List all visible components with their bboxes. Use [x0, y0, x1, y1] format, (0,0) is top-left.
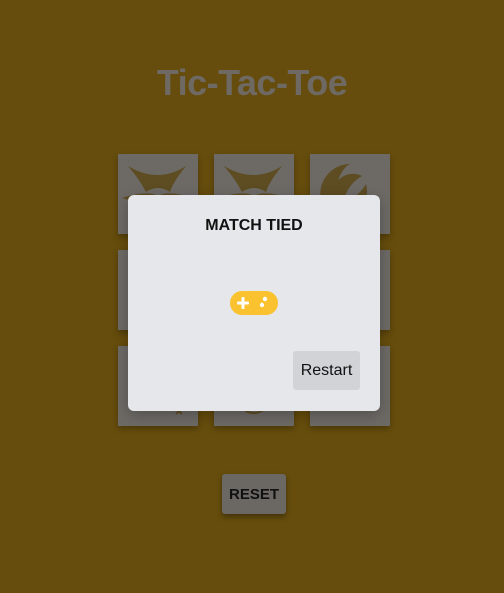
restart-button[interactable]: Restart — [293, 351, 360, 390]
page-title: Tic-Tac-Toe — [156, 62, 348, 103]
match-result-modal: MATCH TIED Restart — [128, 195, 380, 411]
reset-button[interactable]: RESET — [222, 474, 286, 514]
gamepad-icon — [230, 291, 278, 315]
modal-title: MATCH TIED — [205, 217, 303, 234]
